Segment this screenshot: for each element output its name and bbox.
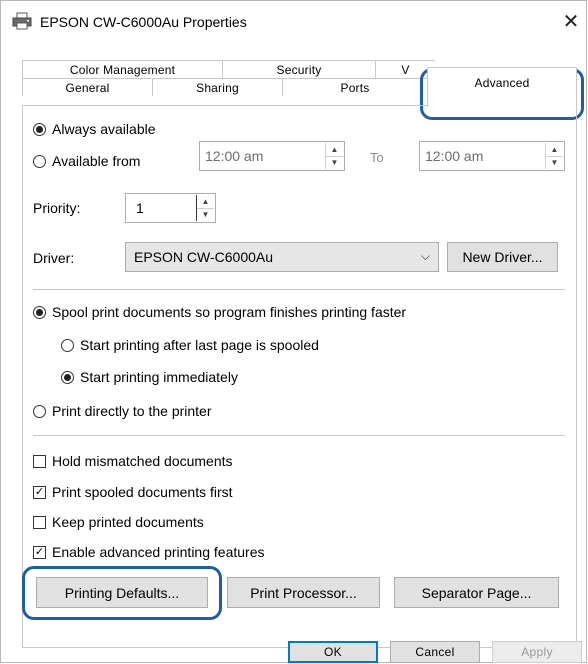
from-time-value: 12:00 am: [205, 148, 264, 164]
to-time-spinner[interactable]: ▲ ▼: [545, 143, 563, 169]
print-spooled-first-option[interactable]: ✓ Print spooled documents first: [33, 484, 233, 500]
keep-printed-label: Keep printed documents: [52, 514, 204, 530]
radio-spool[interactable]: [33, 305, 46, 319]
print-spooled-first-label: Print spooled documents first: [52, 484, 233, 500]
spin-up-icon[interactable]: ▲: [197, 195, 214, 209]
radio-start-after-last[interactable]: [61, 338, 74, 352]
title-bar: EPSON CW-C6000Au Properties: [12, 10, 247, 34]
window-title: EPSON CW-C6000Au Properties: [40, 14, 247, 30]
separator-page-button[interactable]: Separator Page...: [394, 577, 559, 608]
start-after-last-label: Start printing after last page is spoole…: [80, 337, 319, 353]
from-time-input[interactable]: 12:00 am ▲ ▼: [199, 141, 345, 171]
spin-down-icon[interactable]: ▼: [546, 157, 563, 170]
divider: [33, 435, 565, 436]
enable-advanced-option[interactable]: ✓ Enable advanced printing features: [33, 544, 264, 560]
start-immediately-label: Start printing immediately: [80, 369, 238, 385]
cancel-button[interactable]: Cancel: [390, 641, 480, 663]
to-time-value: 12:00 am: [425, 148, 484, 164]
close-icon[interactable]: ✕: [554, 6, 588, 36]
ok-button[interactable]: OK: [288, 641, 378, 663]
spool-option[interactable]: Spool print documents so program finishe…: [33, 304, 406, 320]
tab-general[interactable]: General: [22, 78, 152, 96]
print-directly-label: Print directly to the printer: [52, 403, 212, 419]
checkbox-keep-printed[interactable]: [33, 515, 46, 529]
print-processor-button[interactable]: Print Processor...: [227, 577, 380, 608]
spin-up-icon[interactable]: ▲: [546, 143, 563, 157]
priority-spinner[interactable]: ▲ ▼: [196, 195, 214, 221]
chevron-down-icon[interactable]: ⌵: [421, 249, 430, 264]
hold-mismatched-option[interactable]: Hold mismatched documents: [33, 453, 233, 469]
checkbox-print-spooled-first[interactable]: ✓: [33, 485, 46, 499]
spin-up-icon[interactable]: ▲: [326, 143, 343, 157]
available-from-option[interactable]: Available from: [33, 153, 140, 169]
tab-security[interactable]: Security: [222, 60, 375, 78]
driver-label: Driver:: [33, 250, 75, 266]
printer-icon: [12, 12, 32, 33]
spin-down-icon[interactable]: ▼: [326, 157, 343, 170]
tab-sharing[interactable]: Sharing: [152, 78, 282, 96]
new-driver-button[interactable]: New Driver...: [447, 242, 558, 272]
enable-advanced-label: Enable advanced printing features: [52, 544, 265, 560]
print-directly-option[interactable]: Print directly to the printer: [33, 403, 212, 419]
apply-button[interactable]: Apply: [492, 641, 582, 663]
printing-defaults-button[interactable]: Printing Defaults...: [36, 577, 208, 608]
tab-color-management[interactable]: Color Management: [22, 60, 222, 78]
tab-ports[interactable]: Ports: [282, 78, 427, 96]
priority-input[interactable]: 1 ▲ ▼: [125, 193, 216, 223]
keep-printed-option[interactable]: Keep printed documents: [33, 514, 204, 530]
always-available-label: Always available: [52, 121, 156, 137]
checkbox-hold-mismatched[interactable]: [33, 454, 46, 468]
hold-mismatched-label: Hold mismatched documents: [52, 453, 233, 469]
driver-select[interactable]: EPSON CW-C6000Au ⌵: [125, 242, 439, 272]
always-available-option[interactable]: Always available: [33, 121, 156, 137]
start-after-last-option[interactable]: Start printing after last page is spoole…: [61, 337, 319, 353]
priority-label: Priority:: [33, 200, 81, 216]
tab-v-partial[interactable]: V: [375, 60, 435, 78]
radio-start-immediately[interactable]: [61, 370, 74, 384]
available-from-label: Available from: [52, 153, 141, 169]
panel-divider: [22, 105, 427, 106]
radio-available-from[interactable]: [33, 154, 46, 168]
from-time-spinner[interactable]: ▲ ▼: [325, 143, 343, 169]
spin-down-icon[interactable]: ▼: [197, 209, 214, 222]
tab-strip: Color Management Security V General Shar…: [22, 52, 582, 107]
spool-label: Spool print documents so program finishe…: [52, 304, 407, 320]
start-immediately-option[interactable]: Start printing immediately: [61, 369, 238, 385]
tab-advanced[interactable]: Advanced: [427, 67, 577, 107]
driver-value: EPSON CW-C6000Au: [134, 249, 274, 265]
divider: [33, 289, 565, 290]
checkbox-enable-advanced[interactable]: ✓: [33, 545, 46, 559]
to-time-input[interactable]: 12:00 am ▲ ▼: [419, 141, 565, 171]
priority-value: 1: [136, 200, 144, 216]
radio-print-directly[interactable]: [33, 404, 46, 418]
radio-always-available[interactable]: [33, 122, 46, 136]
to-label: To: [370, 150, 384, 165]
